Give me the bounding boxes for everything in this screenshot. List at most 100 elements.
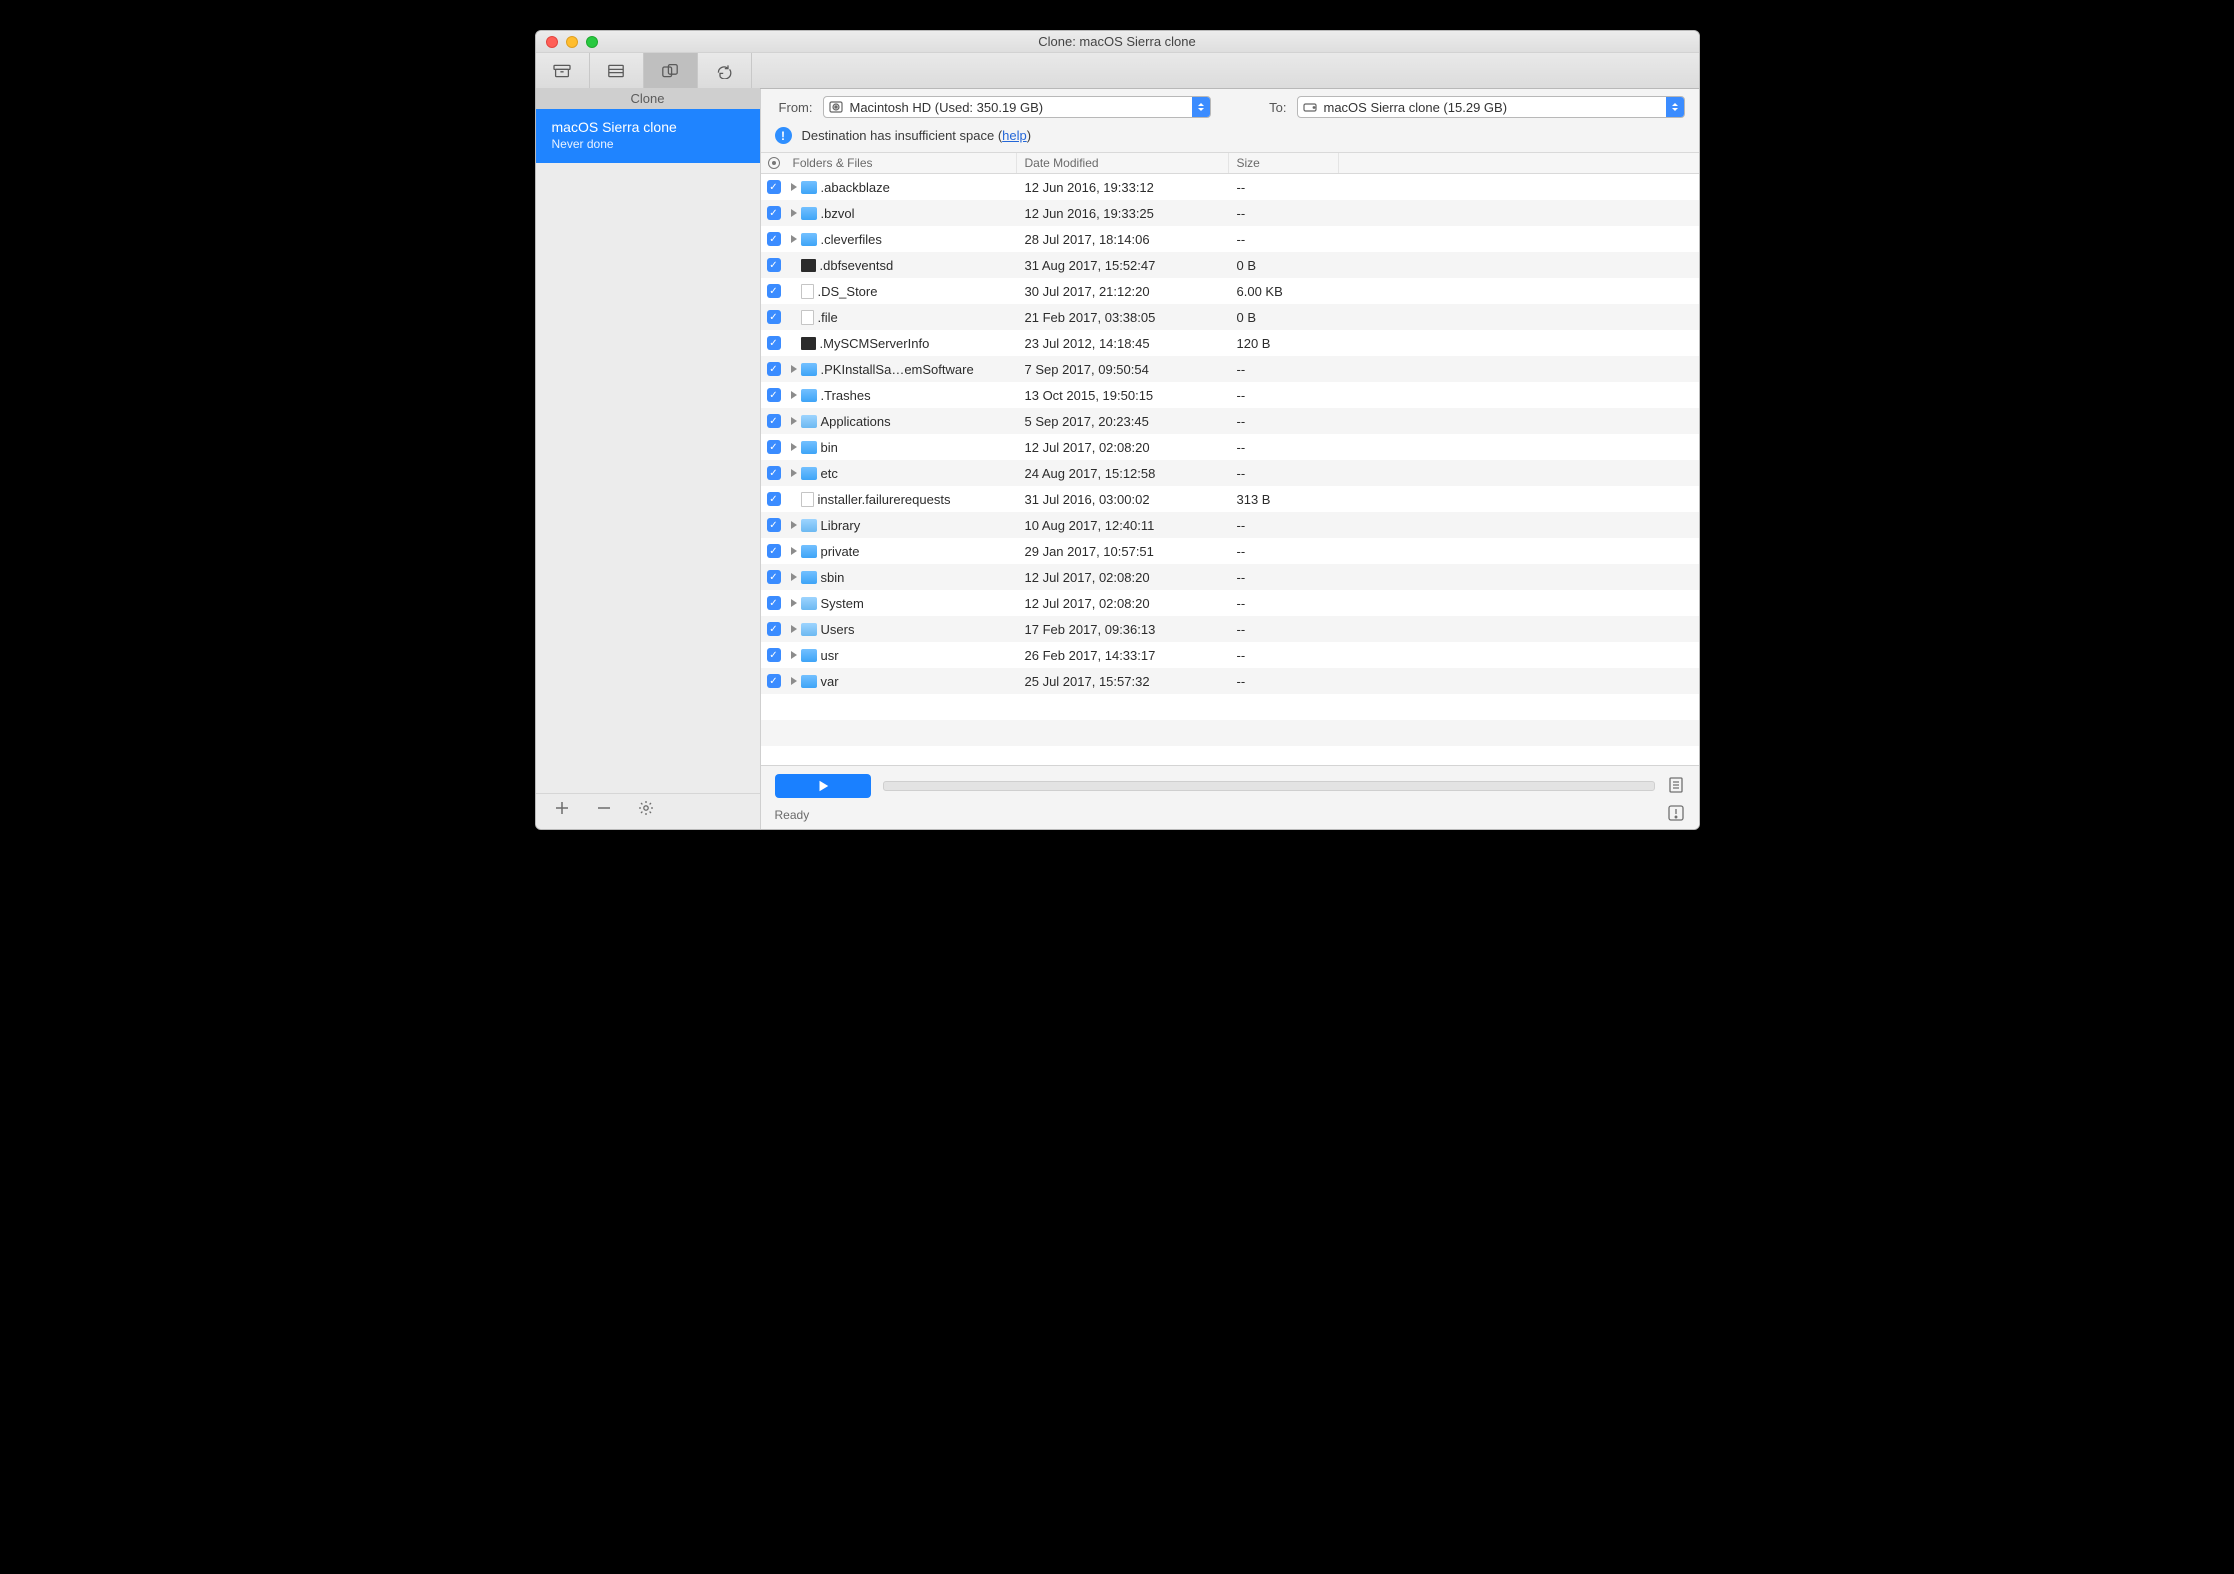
table-row[interactable]: ✓ .dbfseventsd 31 Aug 2017, 15:52:47 0 B (761, 252, 1699, 278)
table-row[interactable]: ✓ private 29 Jan 2017, 10:57:51 -- (761, 538, 1699, 564)
table-row[interactable]: ✓ Users 17 Feb 2017, 09:36:13 -- (761, 616, 1699, 642)
select-all-target[interactable] (761, 153, 787, 173)
disclosure-triangle-icon[interactable] (791, 443, 797, 451)
row-checkbox[interactable]: ✓ (767, 492, 781, 506)
table-row[interactable]: ✓ .PKInstallSa…emSoftware 7 Sep 2017, 09… (761, 356, 1699, 382)
row-date: 24 Aug 2017, 15:12:58 (1017, 466, 1229, 481)
disclosure-triangle-icon[interactable] (791, 469, 797, 477)
row-size: -- (1229, 596, 1339, 611)
table-row[interactable]: ✓ bin 12 Jul 2017, 02:08:20 -- (761, 434, 1699, 460)
column-size[interactable]: Size (1229, 153, 1339, 173)
table-row[interactable]: ✓ Library 10 Aug 2017, 12:40:11 -- (761, 512, 1699, 538)
remove-task-button[interactable] (596, 800, 612, 819)
from-volume-popup[interactable]: Macintosh HD (Used: 350.19 GB) (823, 96, 1211, 118)
row-checkbox[interactable]: ✓ (767, 336, 781, 350)
row-checkbox[interactable]: ✓ (767, 258, 781, 272)
table-row[interactable]: ✓ System 12 Jul 2017, 02:08:20 -- (761, 590, 1699, 616)
table-header: Folders & Files Date Modified Size (761, 153, 1699, 174)
row-checkbox[interactable]: ✓ (767, 518, 781, 532)
row-checkbox[interactable]: ✓ (767, 206, 781, 220)
row-size: -- (1229, 622, 1339, 637)
alert-row: ! Destination has insufficient space (he… (761, 125, 1699, 153)
row-checkbox[interactable]: ✓ (767, 466, 781, 480)
disclosure-triangle-icon[interactable] (791, 183, 797, 191)
table-row[interactable]: ✓ installer.failurerequests 31 Jul 2016,… (761, 486, 1699, 512)
column-name[interactable]: Folders & Files (787, 153, 1017, 173)
disclosure-triangle-icon[interactable] (791, 677, 797, 685)
table-row[interactable]: ✓ .abackblaze 12 Jun 2016, 19:33:12 -- (761, 174, 1699, 200)
row-size: -- (1229, 414, 1339, 429)
disclosure-triangle-icon[interactable] (791, 365, 797, 373)
row-checkbox[interactable]: ✓ (767, 284, 781, 298)
row-name: Applications (821, 414, 891, 429)
disclosure-triangle-icon[interactable] (791, 651, 797, 659)
row-date: 31 Aug 2017, 15:52:47 (1017, 258, 1229, 273)
table-row[interactable]: ✓ sbin 12 Jul 2017, 02:08:20 -- (761, 564, 1699, 590)
mode-archive-button[interactable] (536, 53, 590, 88)
disclosure-triangle-icon[interactable] (791, 209, 797, 217)
disclosure-triangle-icon[interactable] (791, 391, 797, 399)
folder-icon (801, 441, 817, 454)
table-row[interactable]: ✓ .MySCMServerInfo 23 Jul 2012, 14:18:45… (761, 330, 1699, 356)
mode-files-button[interactable] (590, 53, 644, 88)
to-volume-popup[interactable]: macOS Sierra clone (15.29 GB) (1297, 96, 1685, 118)
log-button[interactable] (1667, 776, 1685, 797)
row-name: etc (821, 466, 838, 481)
run-button[interactable] (775, 774, 871, 798)
row-checkbox[interactable]: ✓ (767, 232, 781, 246)
settings-button[interactable] (638, 800, 654, 819)
disclosure-triangle-icon[interactable] (791, 599, 797, 607)
row-size: -- (1229, 232, 1339, 247)
file-listing[interactable]: ✓ .abackblaze 12 Jun 2016, 19:33:12 -- ✓… (761, 174, 1699, 765)
table-row[interactable]: ✓ .DS_Store 30 Jul 2017, 21:12:20 6.00 K… (761, 278, 1699, 304)
row-checkbox[interactable]: ✓ (767, 648, 781, 662)
drive-icon (1302, 99, 1318, 115)
table-row[interactable]: ✓ usr 26 Feb 2017, 14:33:17 -- (761, 642, 1699, 668)
alert-log-button[interactable] (1667, 804, 1685, 825)
disclosure-triangle-icon[interactable] (791, 625, 797, 633)
row-size: -- (1229, 206, 1339, 221)
row-date: 12 Jul 2017, 02:08:20 (1017, 440, 1229, 455)
status-text: Ready (775, 808, 810, 822)
table-row[interactable]: ✓ var 25 Jul 2017, 15:57:32 -- (761, 668, 1699, 694)
table-row[interactable]: ✓ Applications 5 Sep 2017, 20:23:45 -- (761, 408, 1699, 434)
disclosure-triangle-icon[interactable] (791, 417, 797, 425)
mode-clone-button[interactable] (644, 53, 698, 88)
row-date: 12 Jun 2016, 19:33:25 (1017, 206, 1229, 221)
add-task-button[interactable] (554, 800, 570, 819)
disclosure-triangle-icon[interactable] (791, 521, 797, 529)
row-checkbox[interactable]: ✓ (767, 362, 781, 376)
row-size: 6.00 KB (1229, 284, 1339, 299)
disclosure-triangle-icon[interactable] (791, 235, 797, 243)
row-size: -- (1229, 648, 1339, 663)
row-checkbox[interactable]: ✓ (767, 310, 781, 324)
main-pane: From: Macintosh HD (Used: 350.19 GB) To:… (761, 89, 1699, 829)
mode-sync-button[interactable] (698, 53, 752, 88)
table-row[interactable]: ✓ .cleverfiles 28 Jul 2017, 18:14:06 -- (761, 226, 1699, 252)
row-checkbox[interactable]: ✓ (767, 414, 781, 428)
folder-icon (801, 545, 817, 558)
help-link[interactable]: help (1002, 128, 1027, 143)
row-checkbox[interactable]: ✓ (767, 596, 781, 610)
disclosure-triangle-icon[interactable] (791, 547, 797, 555)
row-checkbox[interactable]: ✓ (767, 440, 781, 454)
row-checkbox[interactable]: ✓ (767, 180, 781, 194)
row-name: System (821, 596, 864, 611)
mode-toolbar (536, 53, 1699, 89)
disclosure-triangle-icon[interactable] (791, 573, 797, 581)
table-row[interactable]: ✓ .Trashes 13 Oct 2015, 19:50:15 -- (761, 382, 1699, 408)
column-date[interactable]: Date Modified (1017, 153, 1229, 173)
table-row[interactable]: ✓ .bzvol 12 Jun 2016, 19:33:25 -- (761, 200, 1699, 226)
folder-icon (801, 415, 817, 428)
sidebar-item-task[interactable]: macOS Sierra clone Never done (536, 109, 760, 163)
row-size: 0 B (1229, 310, 1339, 325)
table-row[interactable]: ✓ .file 21 Feb 2017, 03:38:05 0 B (761, 304, 1699, 330)
row-checkbox[interactable]: ✓ (767, 622, 781, 636)
row-checkbox[interactable]: ✓ (767, 674, 781, 688)
row-checkbox[interactable]: ✓ (767, 570, 781, 584)
table-row[interactable]: ✓ etc 24 Aug 2017, 15:12:58 -- (761, 460, 1699, 486)
row-checkbox[interactable]: ✓ (767, 544, 781, 558)
folder-icon (801, 675, 817, 688)
row-checkbox[interactable]: ✓ (767, 388, 781, 402)
row-name: .cleverfiles (821, 232, 882, 247)
